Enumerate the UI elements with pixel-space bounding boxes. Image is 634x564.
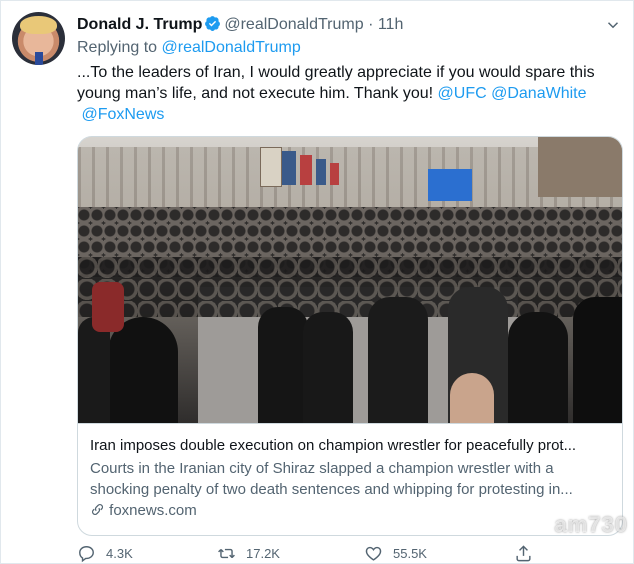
replying-to: Replying to @realDonaldTrump [77,39,301,57]
card-description-line2: shocking penalty of two death sentences … [90,481,573,498]
banner-5 [330,163,339,185]
like-button[interactable]: 55.5K [364,542,427,564]
figure-left-chador [108,317,178,423]
reply-icon [79,545,94,562]
avatar[interactable] [12,12,65,65]
figure-far-right [573,297,622,423]
figure-woman-right [508,312,568,423]
card-image[interactable] [78,137,622,423]
figure-left-woman [78,317,110,423]
figure-red-plaid [92,282,124,332]
reply-count: 4.3K [106,545,133,561]
mention-ufc[interactable]: @UFC [438,85,487,102]
reply-button[interactable]: 4.3K [77,542,133,564]
card-info[interactable]: Iran imposes double execution on champio… [78,423,622,535]
retweet-count: 17.2K [246,545,280,561]
separator: · [368,16,374,33]
author-handle[interactable]: @realDonaldTrump [224,16,363,33]
link-card[interactable]: Iran imposes double execution on champio… [77,136,623,536]
card-description: Courts in the Iranian city of Shiraz sla… [90,458,610,500]
like-count: 55.5K [393,545,427,561]
retweet-icon [218,548,235,558]
verified-badge-icon [205,16,221,31]
banner-1 [260,147,282,187]
avatar-tie [35,52,43,65]
building-right [538,137,622,197]
heart-icon [365,546,382,561]
action-bar: 4.3K 17.2K 55.5K [77,542,557,564]
figure-man-center [303,312,353,423]
figure-bottom-man [450,373,494,423]
mention-foxnews[interactable]: @FoxNews [81,106,164,123]
banner-4 [316,159,326,185]
card-description-line1: Courts in the Iranian city of Shiraz sla… [90,460,554,477]
replying-to-link[interactable]: @realDonaldTrump [162,39,301,56]
retweet-button[interactable]: 17.2K [217,542,280,564]
tweet-time[interactable]: 11h [378,16,404,33]
watermark: am730 [554,512,628,537]
more-options-chevron-icon[interactable] [604,16,622,34]
author-name[interactable]: Donald J. Trump [77,16,202,33]
figure-man-cap [368,297,428,423]
figure-camera-man [258,307,308,423]
tweet-header: Donald J. Trump @realDonaldTrump · 11h [77,14,403,36]
share-button[interactable] [514,542,543,564]
mention-danawhite[interactable]: @DanaWhite [491,85,586,102]
avatar-hair [20,16,57,34]
crowd-mid [78,257,622,317]
share-icon [516,544,531,561]
card-title[interactable]: Iran imposes double execution on champio… [90,436,610,456]
banner-3 [300,155,312,185]
blue-panel [428,169,472,201]
card-domain-text: foxnews.com [109,502,197,519]
card-domain: foxnews.com [90,502,197,519]
link-icon [92,504,103,515]
tweet-text: ...To the leaders of Iran, I would great… [77,62,617,125]
replying-to-label: Replying to [77,39,158,56]
banner-2 [282,151,296,185]
